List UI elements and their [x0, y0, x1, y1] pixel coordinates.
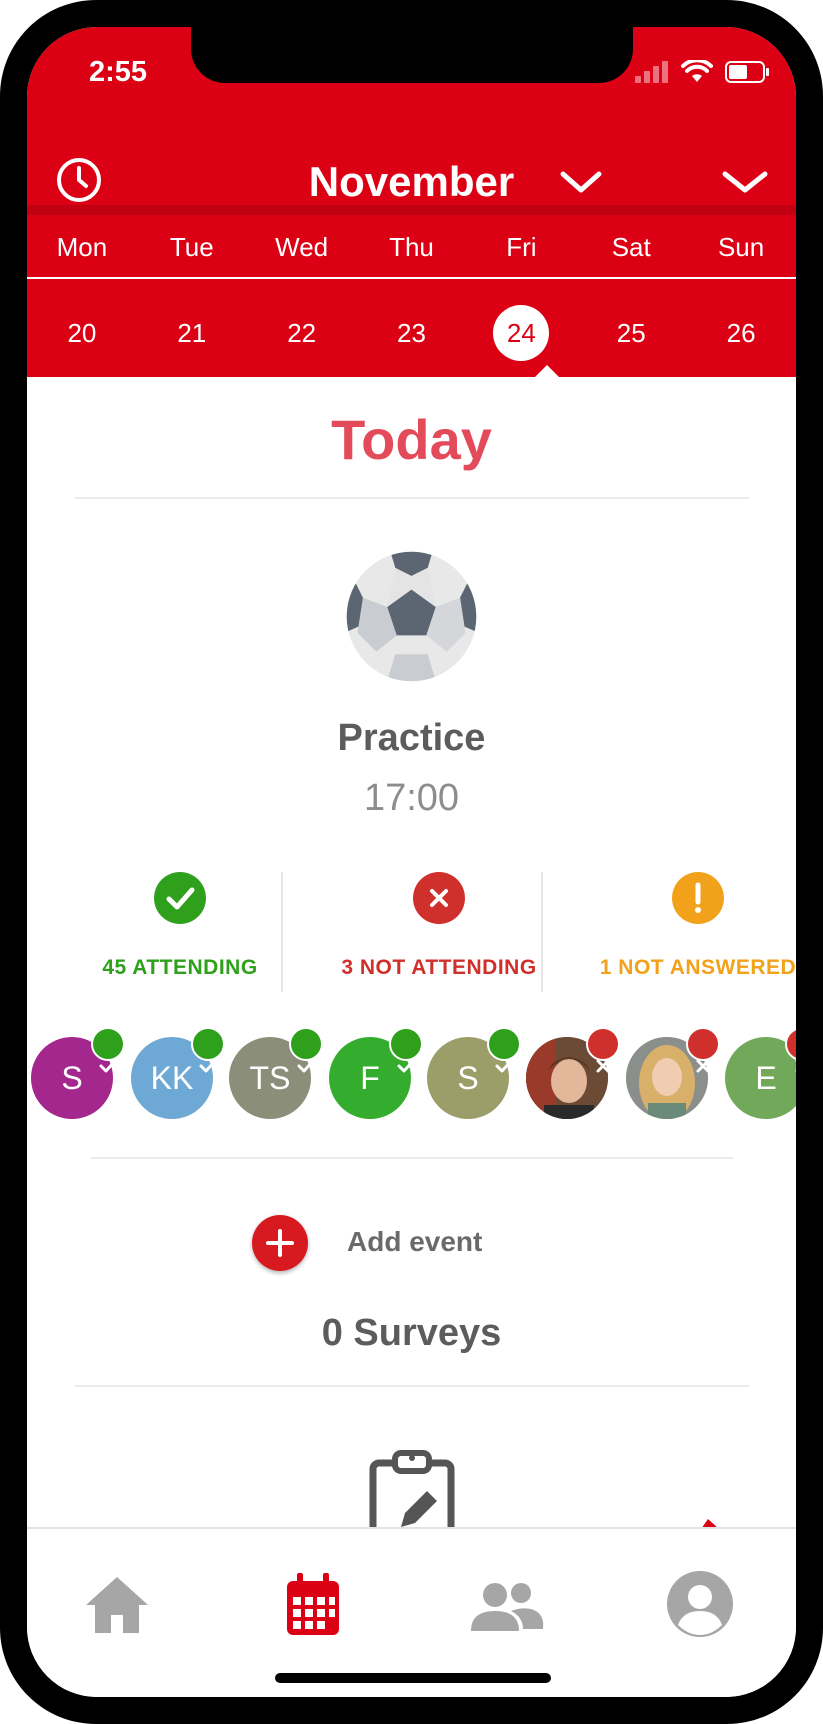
avatar-photo[interactable]	[526, 1027, 620, 1119]
avatar-initials: TS	[249, 1060, 291, 1096]
tab-bar	[27, 1527, 796, 1697]
status-time: 2:55	[89, 56, 148, 88]
expand-chevron-icon[interactable]	[721, 168, 769, 196]
divider	[91, 1157, 733, 1159]
check-icon	[154, 872, 206, 924]
weekday-divider	[27, 277, 796, 279]
today-heading: Today	[331, 408, 492, 471]
calendar-header: 2:55 November Mon Tue Wed Thu Fri Sat Su…	[27, 27, 796, 377]
check-badge-icon	[91, 1027, 125, 1073]
exclamation-icon	[672, 872, 724, 924]
participant-avatars: S KK TS F S E	[27, 1027, 796, 1127]
divider	[75, 1385, 749, 1387]
profile-icon[interactable]	[665, 1569, 735, 1639]
avatar[interactable]: KK	[131, 1027, 225, 1119]
divider	[75, 497, 749, 499]
phone-frame: 2:55 November Mon Tue Wed Thu Fri Sat Su…	[0, 0, 823, 1724]
avatar-initials: S	[61, 1060, 83, 1096]
not-attending-summary[interactable]: 3 NOT ATTENDING	[309, 872, 569, 1002]
wifi-icon	[681, 60, 713, 82]
screen: 2:55 November Mon Tue Wed Thu Fri Sat Su…	[27, 27, 796, 1697]
selected-date-pointer	[535, 365, 559, 377]
event-time: 17:00	[363, 777, 460, 819]
status-icons	[635, 57, 771, 87]
date-cell[interactable]: 25	[576, 307, 686, 359]
home-icon[interactable]	[82, 1569, 152, 1639]
x-icon	[413, 872, 465, 924]
add-event-button[interactable]	[252, 1215, 308, 1271]
avatar-initials: F	[360, 1060, 380, 1096]
weekday-label: Sat	[611, 232, 651, 262]
check-badge-icon	[191, 1027, 225, 1073]
x-badge-icon	[785, 1027, 796, 1073]
date-cell[interactable]: 23	[357, 307, 467, 359]
weekday-row: Mon Tue Wed Thu Fri Sat Sun	[27, 232, 796, 277]
people-icon[interactable]	[467, 1569, 547, 1639]
avatar[interactable]: TS	[229, 1027, 323, 1119]
divider	[541, 872, 543, 992]
avatar-initials: S	[457, 1060, 479, 1096]
avatar-initials: KK	[150, 1060, 194, 1096]
plus-icon	[266, 1229, 294, 1257]
x-badge-icon	[586, 1027, 620, 1073]
date-cell[interactable]: 26	[686, 307, 796, 359]
header-shadow	[27, 205, 796, 215]
date-cell[interactable]: 20	[27, 307, 137, 359]
date-cell[interactable]: 21	[137, 307, 247, 359]
avatar[interactable]: E	[725, 1027, 796, 1119]
avatar[interactable]: F	[329, 1027, 423, 1119]
surveys-heading: 0 Surveys	[321, 1312, 502, 1354]
avatar-photo[interactable]	[626, 1027, 720, 1119]
soccer-ball-icon[interactable]	[344, 549, 479, 684]
device-notch	[191, 27, 633, 83]
not-attending-count: 3 NOT ATTENDING	[341, 956, 537, 979]
home-indicator	[275, 1673, 551, 1683]
signal-icon	[635, 61, 668, 83]
check-badge-icon	[289, 1027, 323, 1073]
date-row: 20 21 22 23 24 25 26	[27, 305, 796, 361]
weekday-label: Fri	[506, 232, 537, 262]
attending-count: 45 ATTENDING	[102, 956, 258, 979]
not-answered-count: 1 NOT ANSWERED	[599, 956, 796, 979]
avatar-initials: E	[755, 1060, 777, 1096]
check-badge-icon	[487, 1027, 521, 1073]
date-cell[interactable]: 22	[247, 307, 357, 359]
event-title[interactable]: Practice	[27, 717, 796, 760]
weekday-label: Tue	[169, 232, 214, 262]
divider	[281, 872, 283, 992]
weekday-label: Sun	[717, 232, 765, 262]
weekday-label: Thu	[389, 232, 434, 262]
month-title[interactable]: November	[27, 158, 796, 206]
avatar[interactable]: S	[31, 1027, 125, 1119]
x-badge-icon	[686, 1027, 720, 1073]
check-badge-icon	[389, 1027, 423, 1073]
attending-summary[interactable]: 45 ATTENDING	[50, 872, 310, 1002]
month-bar: November	[27, 122, 796, 232]
not-answered-summary[interactable]: 1 NOT ANSWERED	[568, 872, 796, 1002]
clipboard-edit-icon[interactable]	[367, 1449, 457, 1539]
weekday-label: Mon	[56, 232, 108, 262]
selected-date: 24	[493, 305, 550, 361]
calendar-icon[interactable]	[277, 1569, 347, 1639]
battery-icon	[725, 61, 769, 83]
weekday-label: Wed	[275, 232, 329, 262]
date-cell-selected[interactable]: 24	[466, 305, 576, 361]
add-event-label[interactable]: Add event	[347, 1226, 482, 1258]
chevron-down-icon[interactable]	[559, 168, 603, 196]
avatar[interactable]: S	[427, 1027, 521, 1119]
